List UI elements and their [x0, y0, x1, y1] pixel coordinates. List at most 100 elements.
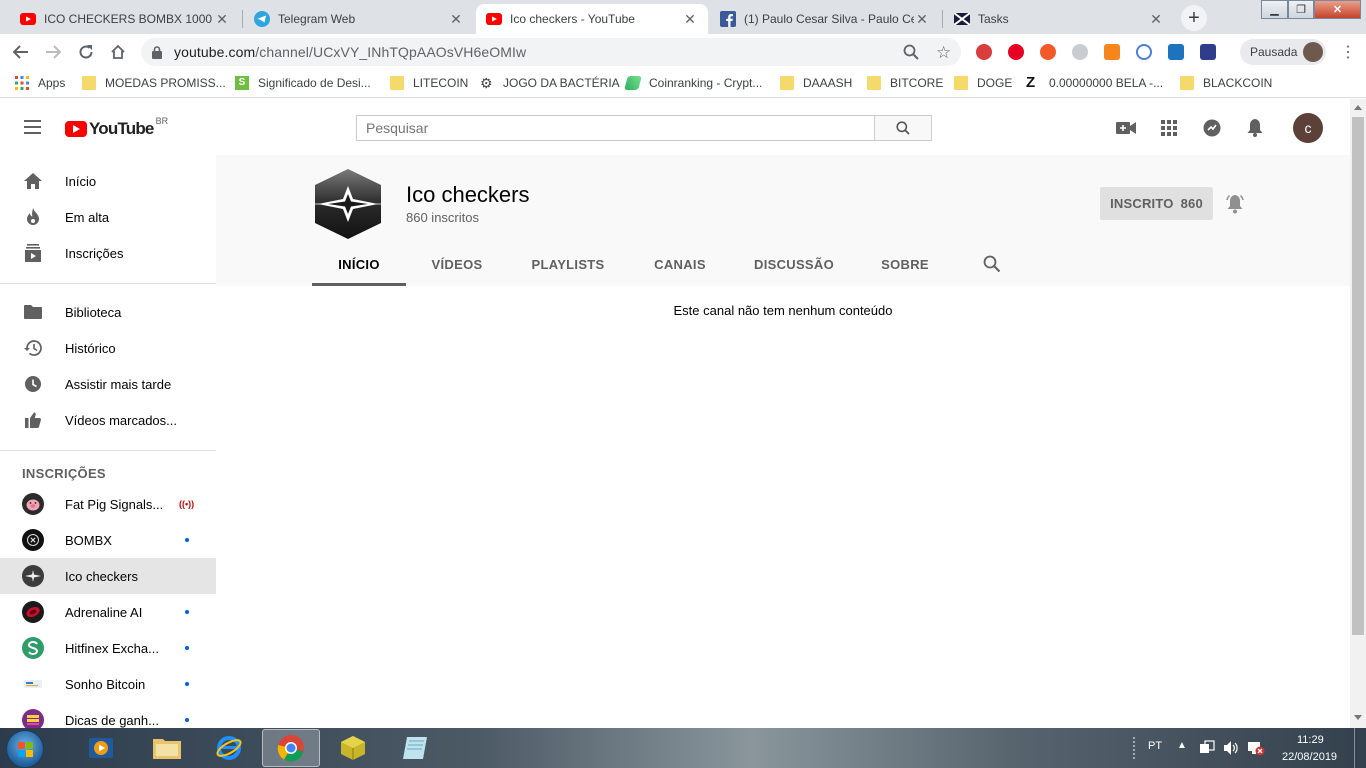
- subscription-item-selected[interactable]: Ico checkers: [0, 558, 216, 594]
- scroll-up-arrow-icon[interactable]: [1354, 105, 1362, 110]
- messages-icon[interactable]: [1201, 117, 1223, 139]
- pinterest-extension-icon[interactable]: [1008, 44, 1024, 60]
- action-center-icon[interactable]: [1199, 740, 1215, 759]
- close-icon[interactable]: ✕: [1148, 11, 1164, 28]
- bookmark-folder[interactable]: MOEDAS PROMISS...: [82, 76, 226, 90]
- sidebar-item-trending[interactable]: Em alta: [0, 199, 216, 235]
- show-hidden-icons-icon[interactable]: ▲: [1177, 740, 1187, 751]
- taskbar-notes-app[interactable]: [386, 729, 444, 767]
- browser-tab[interactable]: (1) Paulo Cesar Silva - Paulo Cesar ✕: [710, 4, 940, 34]
- lock-icon: [152, 45, 166, 59]
- extension-icon[interactable]: [1200, 44, 1216, 60]
- sidebar-item-home[interactable]: Início: [0, 163, 216, 199]
- bookmark-folder[interactable]: DAAASH: [780, 76, 852, 90]
- restore-window-button[interactable]: ❐: [1288, 0, 1314, 19]
- sidebar-item-history[interactable]: Histórico: [0, 330, 216, 366]
- bookmark-label: Significado de Desi...: [258, 76, 371, 90]
- bookmark-folder[interactable]: BLACKCOIN: [1180, 76, 1272, 90]
- profile-status-label: Pausada: [1250, 45, 1298, 59]
- channel-search-icon[interactable]: [983, 255, 1003, 275]
- metamask-extension-icon[interactable]: [1104, 44, 1120, 60]
- bookmark-folder[interactable]: LITECOIN: [390, 76, 468, 90]
- profile-button[interactable]: Pausada: [1240, 39, 1326, 65]
- extension-icon[interactable]: [1040, 44, 1056, 60]
- browser-tab[interactable]: Tasks ✕: [944, 4, 1174, 34]
- notification-bell-icon[interactable]: [1224, 193, 1246, 215]
- tab-channels[interactable]: CANAIS: [645, 257, 715, 272]
- subscription-item[interactable]: BOMBX: [0, 522, 216, 558]
- input-language[interactable]: PT: [1148, 740, 1162, 752]
- bookmark-apps[interactable]: Apps: [15, 76, 65, 90]
- sidebar-item-subscriptions[interactable]: Inscrições: [0, 235, 216, 271]
- chrome-menu-icon[interactable]: ⋮: [1340, 42, 1356, 62]
- taskbar-media-player[interactable]: [72, 729, 130, 767]
- subscription-item[interactable]: Sonho Bitcoin: [0, 666, 216, 702]
- subscription-item[interactable]: Fat Pig Signals... ((•)): [0, 486, 216, 522]
- close-icon[interactable]: ✕: [682, 11, 698, 28]
- youtube-logo[interactable]: YouTube BR: [65, 116, 168, 139]
- bookmark-link[interactable]: Z 0.00000000 BELA -...: [1026, 75, 1163, 90]
- taskbar-chrome[interactable]: [262, 729, 320, 767]
- home-button[interactable]: [106, 40, 130, 64]
- close-icon[interactable]: ✕: [214, 11, 230, 28]
- windows-start-button[interactable]: [6, 730, 44, 768]
- back-button[interactable]: [9, 40, 33, 64]
- search-button[interactable]: [874, 115, 932, 141]
- tab-discussion[interactable]: DISCUSSÃO: [750, 257, 838, 272]
- taskbar-internet-explorer[interactable]: [200, 729, 258, 767]
- forward-button[interactable]: [41, 40, 65, 64]
- subscription-item[interactable]: Hitfinex Excha...: [0, 630, 216, 666]
- tab-about[interactable]: SOBRE: [876, 257, 934, 272]
- zoom-icon[interactable]: [903, 44, 919, 63]
- tab-home[interactable]: INÍCIO: [312, 257, 406, 272]
- new-tab-button[interactable]: +: [1181, 5, 1207, 31]
- pocket-extension-icon[interactable]: [976, 44, 992, 60]
- volume-icon[interactable]: [1223, 740, 1239, 759]
- address-bar[interactable]: youtube.com/channel/UCxVY_INhTQpAAOsVH6e…: [141, 38, 961, 66]
- extension-icon[interactable]: [1168, 44, 1184, 60]
- scroll-down-arrow-icon[interactable]: [1354, 715, 1362, 720]
- bookmark-link[interactable]: S Significado de Desi...: [235, 76, 371, 90]
- bookmark-star-icon[interactable]: ☆: [936, 43, 951, 63]
- search-icon: [896, 121, 910, 135]
- bookmark-folder[interactable]: BITCORE: [867, 76, 943, 90]
- taskbar-minecraft[interactable]: [324, 729, 382, 767]
- subscribed-button[interactable]: INSCRITO 860: [1100, 187, 1213, 220]
- browser-tab[interactable]: ICO CHECKERS BOMBX 1000 TO ✕: [10, 4, 240, 34]
- apps-icon[interactable]: [1158, 117, 1180, 139]
- tab-videos[interactable]: VÍDEOS: [420, 257, 494, 272]
- browser-tab-active[interactable]: Ico checkers - YouTube ✕: [476, 4, 708, 34]
- page-scrollbar[interactable]: [1350, 99, 1366, 728]
- create-video-icon[interactable]: [1115, 117, 1137, 139]
- tab-title: Tasks: [978, 12, 1009, 26]
- clock-date[interactable]: 22/08/2019: [1282, 751, 1337, 763]
- subscription-item[interactable]: Adrenaline AI: [0, 594, 216, 630]
- close-icon[interactable]: ✕: [914, 11, 930, 28]
- extension-icon[interactable]: [1136, 44, 1152, 60]
- show-desktop-button[interactable]: [1354, 728, 1366, 768]
- reload-button[interactable]: [74, 40, 98, 64]
- google-extension-icon[interactable]: [1072, 44, 1088, 60]
- browser-tab[interactable]: Telegram Web ✕: [244, 4, 474, 34]
- search-input[interactable]: [366, 120, 875, 136]
- close-icon[interactable]: ✕: [448, 11, 464, 28]
- bookmark-link[interactable]: Coinranking - Crypt...: [624, 76, 762, 90]
- notifications-bell-icon[interactable]: [1244, 117, 1266, 139]
- menu-icon[interactable]: [24, 120, 41, 138]
- sidebar-item-liked-videos[interactable]: Vídeos marcados...: [0, 402, 216, 438]
- network-error-icon[interactable]: [1247, 740, 1265, 759]
- minimize-window-button[interactable]: ▁: [1261, 0, 1288, 19]
- sidebar-item-watch-later[interactable]: Assistir mais tarde: [0, 366, 216, 402]
- channel-avatar: [22, 637, 44, 659]
- subscription-item[interactable]: Dicas de ganh...: [0, 702, 216, 728]
- tab-playlists[interactable]: PLAYLISTS: [522, 257, 614, 272]
- sidebar-item-library[interactable]: Biblioteca: [0, 294, 216, 330]
- close-window-button[interactable]: ✕: [1314, 0, 1361, 19]
- bookmark-folder[interactable]: DOGE: [954, 76, 1012, 90]
- user-avatar[interactable]: c: [1293, 113, 1323, 143]
- bookmark-link[interactable]: ⚙ JOGO DA BACTÉRIA: [480, 76, 620, 90]
- scrollbar-thumb[interactable]: [1352, 117, 1364, 635]
- clock-time[interactable]: 11:29: [1297, 734, 1324, 746]
- taskbar-file-explorer[interactable]: [138, 729, 196, 767]
- internet-explorer-icon: [216, 736, 242, 760]
